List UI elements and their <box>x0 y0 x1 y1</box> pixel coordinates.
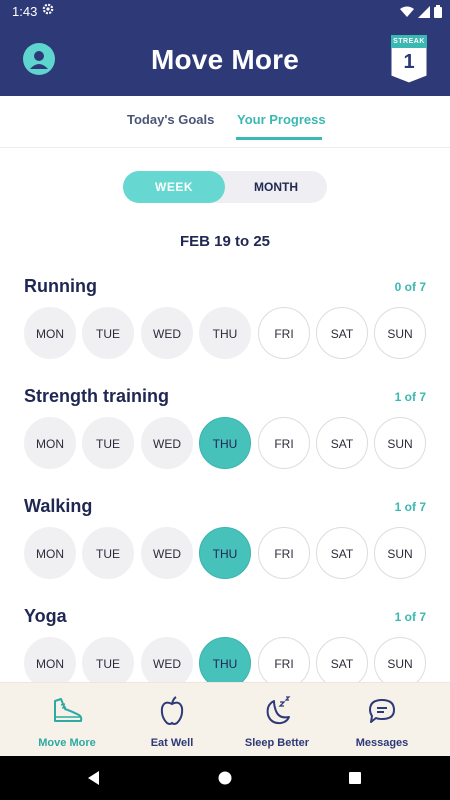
goal-name: Yoga <box>24 606 67 626</box>
moon-icon <box>266 696 291 725</box>
settings-gear-icon <box>42 3 54 15</box>
day-circle-fri[interactable]: FRI <box>258 527 310 579</box>
goal-count: 1 of 7 <box>394 390 426 404</box>
date-range: FEB 19 to 25 <box>179 233 271 250</box>
goal-yoga: Yoga 1 of 7 MON TUE WED THU FRI SAT SUN <box>0 606 450 682</box>
progress-content[interactable]: WEEK MONTH FEB 19 to 25 Running 0 of 7 M… <box>0 148 450 682</box>
app-header: Move More STREAK 1 <box>0 24 450 96</box>
day-circle-thu[interactable]: THU <box>199 637 251 682</box>
nav-move-more[interactable]: Move More <box>11 683 123 757</box>
chat-bubble-icon <box>369 699 395 723</box>
day-circle-sun[interactable]: SUN <box>374 307 426 359</box>
goal-walking: Walking 1 of 7 MON TUE WED THU FRI SAT SUN <box>0 496 450 606</box>
streak-badge[interactable]: STREAK 1 <box>390 34 428 84</box>
day-circle-sat[interactable]: SAT <box>316 417 368 469</box>
day-circle-fri[interactable]: FRI <box>258 417 310 469</box>
goal-count: 1 of 7 <box>394 610 426 624</box>
tab-bar: Today's Goals Your Progress <box>0 96 450 148</box>
bottom-navigation: Move More Eat Well Sleep Better Messages <box>0 682 450 756</box>
nav-label: Eat Well <box>150 737 194 749</box>
period-toggle: WEEK MONTH <box>123 171 327 203</box>
day-circle-thu[interactable]: THU <box>199 307 251 359</box>
day-circle-wed[interactable]: WED <box>141 417 193 469</box>
nav-messages[interactable]: Messages <box>326 683 438 757</box>
status-time: 1:43 <box>12 4 38 19</box>
day-row: MON TUE WED THU FRI SAT SUN <box>24 527 427 581</box>
day-row: MON TUE WED THU FRI SAT SUN <box>24 637 427 682</box>
streak-value: 1 <box>403 51 415 73</box>
home-icon[interactable] <box>218 771 232 785</box>
day-circle-wed[interactable]: WED <box>141 307 193 359</box>
apple-icon <box>160 696 184 725</box>
goal-name: Walking <box>24 496 93 516</box>
day-circle-sun[interactable]: SUN <box>374 637 426 682</box>
active-tab-indicator <box>236 137 322 140</box>
day-circle-wed[interactable]: WED <box>141 527 193 579</box>
back-icon[interactable] <box>87 771 101 785</box>
wifi-icon <box>400 6 414 17</box>
goal-name: Strength training <box>24 386 169 406</box>
goal-running: Running 0 of 7 MON TUE WED THU FRI SAT SUN <box>0 276 450 386</box>
nav-label: Sleep Better <box>244 737 310 749</box>
goal-name: Running <box>24 276 97 296</box>
shoe-icon <box>54 698 83 722</box>
day-circle-sun[interactable]: SUN <box>374 417 426 469</box>
day-circle-mon[interactable]: MON <box>24 417 76 469</box>
day-circle-wed[interactable]: WED <box>141 637 193 682</box>
signal-icon <box>418 5 430 18</box>
goal-strength-training: Strength training 1 of 7 MON TUE WED THU FRI… <box>0 386 450 496</box>
system-navigation-bar <box>0 756 450 800</box>
day-circle-thu[interactable]: THU <box>199 417 251 469</box>
nav-label: Move More <box>38 737 96 749</box>
day-circle-sun[interactable]: SUN <box>374 527 426 579</box>
day-circle-fri[interactable]: FRI <box>258 637 310 682</box>
day-circle-fri[interactable]: FRI <box>258 307 310 359</box>
day-circle-mon[interactable]: MON <box>24 307 76 359</box>
goal-count: 0 of 7 <box>394 280 426 294</box>
day-circle-thu[interactable]: THU <box>199 527 251 579</box>
page-title: Move More <box>150 44 300 75</box>
tab-todays-goals[interactable]: Today's Goals <box>127 112 214 127</box>
day-circle-sat[interactable]: SAT <box>316 637 368 682</box>
battery-icon <box>434 5 442 18</box>
day-circle-sat[interactable]: SAT <box>316 527 368 579</box>
nav-eat-well[interactable]: Eat Well <box>116 683 228 757</box>
day-circle-sat[interactable]: SAT <box>316 307 368 359</box>
goal-count: 1 of 7 <box>394 500 426 514</box>
day-circle-mon[interactable]: MON <box>24 637 76 682</box>
day-row: MON TUE WED THU FRI SAT SUN <box>24 417 427 471</box>
day-circle-mon[interactable]: MON <box>24 527 76 579</box>
day-circle-tue[interactable]: TUE <box>82 417 134 469</box>
day-row: MON TUE WED THU FRI SAT SUN <box>24 307 427 361</box>
month-toggle-button[interactable]: MONTH <box>225 171 327 203</box>
status-icons <box>400 5 442 18</box>
nav-sleep-better[interactable]: Sleep Better <box>221 683 333 757</box>
tab-your-progress[interactable]: Your Progress <box>237 112 326 127</box>
week-toggle-button[interactable]: WEEK <box>123 171 225 203</box>
day-circle-tue[interactable]: TUE <box>82 527 134 579</box>
day-circle-tue[interactable]: TUE <box>82 637 134 682</box>
day-circle-tue[interactable]: TUE <box>82 307 134 359</box>
status-bar: 1:43 <box>0 0 450 24</box>
recents-icon[interactable] <box>348 771 362 785</box>
nav-label: Messages <box>355 737 409 749</box>
streak-label: STREAK <box>393 38 425 45</box>
